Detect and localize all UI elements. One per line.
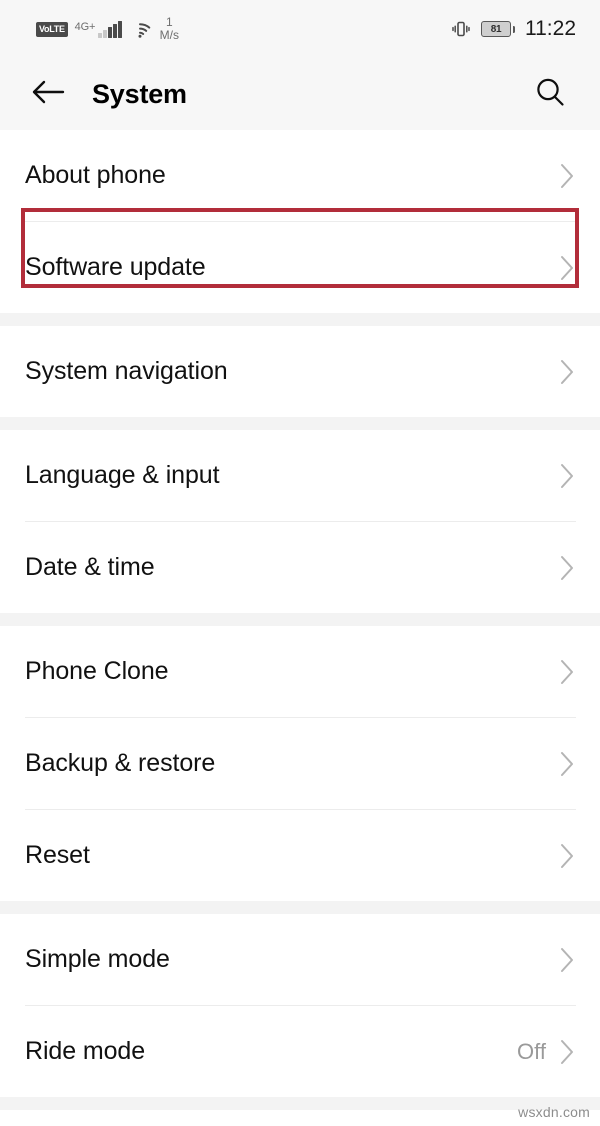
list-item-system-navigation[interactable]: System navigation: [0, 326, 600, 417]
signal-bars-icon: [98, 20, 122, 38]
battery-level: 81: [490, 23, 502, 35]
settings-section: Language & input Date & time: [0, 430, 600, 613]
list-item-label: Phone Clone: [25, 657, 169, 685]
phone-screen: VoLTE 4G+ 1 M/s 81 11:22 System About ph…: [0, 0, 600, 1126]
chevron-right-icon: [558, 357, 576, 387]
volte-label: VoLTE: [39, 23, 65, 34]
chevron-right-icon: [558, 461, 576, 491]
list-item-label: Backup & restore: [25, 749, 216, 777]
vibrate-icon: [451, 19, 471, 39]
list-item-label: Date & time: [25, 553, 155, 581]
status-bar: VoLTE 4G+ 1 M/s 81 11:22: [0, 0, 600, 58]
list-item-value: Off: [517, 1038, 546, 1064]
settings-section: About phone Software update: [0, 130, 600, 313]
settings-section: Developer options User experience improv…: [0, 1110, 600, 1126]
list-item-label: About phone: [25, 161, 166, 189]
network-type-label: 4G+: [74, 21, 96, 34]
app-bar: System: [0, 58, 600, 130]
chevron-right-icon: [558, 553, 576, 583]
section-gap: [0, 901, 600, 914]
search-button[interactable]: [528, 72, 572, 116]
section-gap: [0, 1097, 600, 1110]
battery-icon: 81: [481, 21, 515, 37]
list-item-language-input[interactable]: Language & input: [0, 430, 600, 521]
status-bar-clock: 11:22: [525, 17, 576, 40]
settings-section: Simple mode Ride mode Off: [0, 914, 600, 1097]
list-item-software-update[interactable]: Software update: [0, 222, 600, 313]
settings-list: About phone Software update System navig…: [0, 130, 600, 1126]
list-item-label: Simple mode: [25, 945, 170, 973]
list-item-label: Software update: [25, 253, 206, 281]
back-arrow-icon: [31, 79, 65, 110]
back-button[interactable]: [26, 72, 70, 116]
section-gap: [0, 417, 600, 430]
search-icon: [534, 76, 566, 113]
status-bar-left: VoLTE 4G+ 1 M/s: [36, 16, 179, 41]
status-bar-right: 81 11:22: [451, 17, 576, 41]
list-item-developer-options[interactable]: Developer options: [0, 1110, 600, 1126]
list-item-reset[interactable]: Reset: [0, 810, 600, 901]
network-speed-unit: M/s: [159, 28, 180, 42]
chevron-right-icon: [558, 945, 576, 975]
chevron-right-icon: [558, 749, 576, 779]
list-item-label: Ride mode: [25, 1037, 145, 1065]
network-speed: 1 M/s: [160, 16, 179, 41]
chevron-right-icon: [558, 657, 576, 687]
chevron-right-icon: [558, 161, 576, 191]
list-item-phone-clone[interactable]: Phone Clone: [0, 626, 600, 717]
page-title: System: [92, 78, 187, 109]
list-item-label: Reset: [25, 841, 90, 869]
watermark: wsxdn.com: [518, 1104, 590, 1120]
section-gap: [0, 313, 600, 326]
list-item-simple-mode[interactable]: Simple mode: [0, 914, 600, 1005]
wifi-icon: [129, 21, 151, 38]
chevron-right-icon: [558, 841, 576, 871]
list-item-label: Language & input: [25, 461, 220, 489]
volte-icon: VoLTE: [36, 21, 68, 37]
list-item-ride-mode[interactable]: Ride mode Off: [0, 1006, 600, 1097]
chevron-right-icon: [558, 1037, 576, 1067]
section-gap: [0, 613, 600, 626]
list-item-backup-restore[interactable]: Backup & restore: [0, 718, 600, 809]
chevron-right-icon: [558, 253, 576, 283]
list-item-label: System navigation: [25, 357, 228, 385]
settings-section: System navigation: [0, 326, 600, 417]
list-item-about-phone[interactable]: About phone: [0, 130, 600, 221]
list-item-date-time[interactable]: Date & time: [0, 522, 600, 613]
settings-section: Phone Clone Backup & restore Reset: [0, 626, 600, 901]
